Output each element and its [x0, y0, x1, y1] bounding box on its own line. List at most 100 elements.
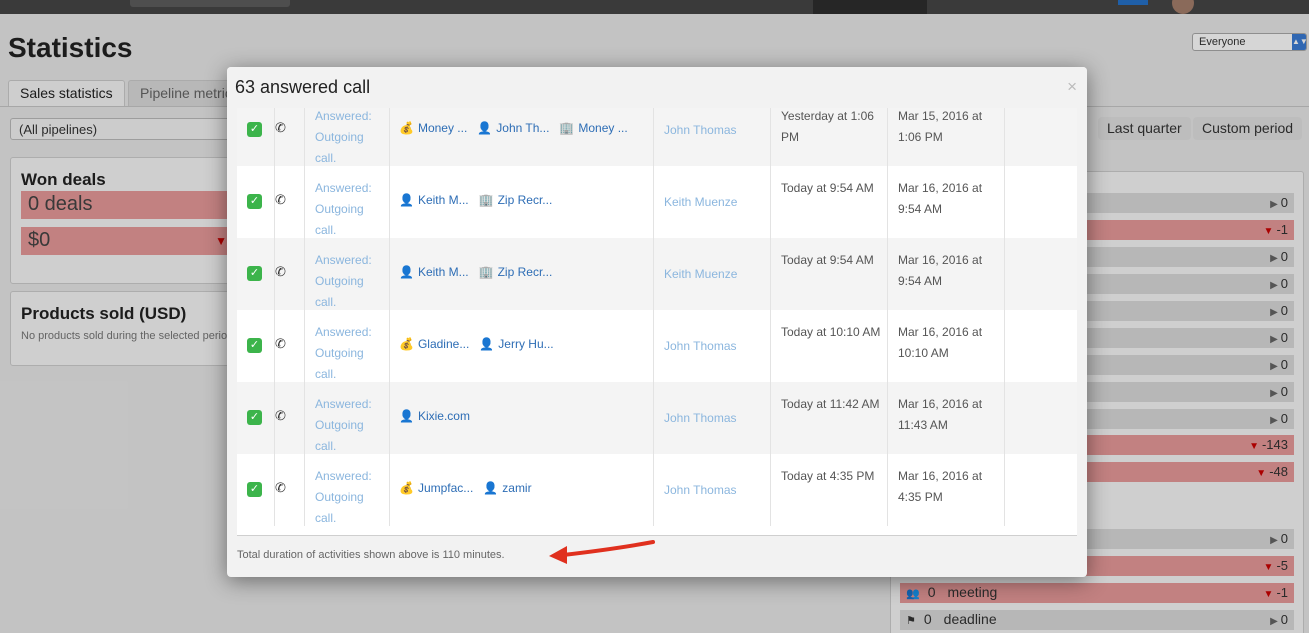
column-divider [770, 454, 771, 526]
phone-icon: ✆ [275, 192, 286, 207]
person-icon: 👤 [479, 337, 495, 351]
user-avatar[interactable] [1172, 0, 1194, 14]
table-row[interactable]: ✓ ✆ Answered: Outgoing call. 👤 Keith M... 🏢 Zi… [237, 238, 1077, 310]
done-checkbox[interactable]: ✓ [247, 122, 262, 137]
table-row[interactable]: ✓ ✆ Answered: Outgoing call. 💰 Jumpfac... 👤 za… [237, 454, 1077, 526]
column-divider [653, 108, 654, 166]
modal-title: 63 answered call [235, 77, 371, 97]
activity-subject-link[interactable]: Answered: Outgoing call. [315, 394, 387, 457]
column-divider [389, 108, 390, 166]
related-link[interactable]: 👤 John Th... [477, 121, 549, 135]
person-icon: 👤 [399, 193, 414, 207]
activity-subject-link[interactable]: Answered: Outgoing call. [315, 108, 387, 169]
related-links: 👤 Keith M... 🏢 Zip Recr... [399, 265, 659, 279]
related-links: 👤 Keith M... 🏢 Zip Recr... [399, 193, 659, 207]
due-date: Today at 4:35 PM [781, 469, 875, 483]
related-link-label: Keith M... [417, 193, 469, 207]
related-link[interactable]: 👤 zamir [483, 481, 531, 495]
due-date: Today at 9:54 AM [781, 253, 874, 267]
answered-calls-modal: 63 answered call × ✓ ✆ Answered: Outgoing … [227, 67, 1087, 577]
column-divider [304, 454, 305, 526]
related-link[interactable]: 👤 Keith M... [399, 265, 469, 279]
table-row[interactable]: ✓ ✆ Answered: Outgoing call. 👤 Kixie.com John… [237, 382, 1077, 454]
activity-subject-link[interactable]: Answered: Outgoing call. [315, 250, 387, 313]
related-link-label: Gladine... [417, 337, 470, 351]
phone-icon: ✆ [275, 264, 286, 279]
related-links: 💰 Money ... 👤 John Th... 🏢 Money ... [399, 121, 659, 135]
related-links: 👤 Kixie.com [399, 409, 659, 423]
done-date: Mar 16, 2016 at 9:54 AM [898, 253, 983, 288]
global-search-input[interactable] [130, 0, 290, 7]
related-link[interactable]: 👤 Kixie.com [399, 409, 470, 423]
money-bag-icon: 💰 [399, 481, 414, 495]
activities-table: ✓ ✆ Answered: Outgoing call. 💰 Money ... 👤 Joh… [237, 108, 1077, 536]
owner-link[interactable]: Keith Muenze [664, 267, 737, 281]
money-bag-icon: 💰 [399, 337, 414, 351]
column-divider [887, 382, 888, 454]
phone-icon: ✆ [275, 336, 286, 351]
done-checkbox[interactable]: ✓ [247, 482, 262, 497]
building-icon: 🏢 [478, 265, 494, 279]
related-link-label: Zip Recr... [497, 193, 553, 207]
person-icon: 👤 [483, 481, 499, 495]
done-checkbox[interactable]: ✓ [247, 410, 262, 425]
column-divider [1004, 166, 1005, 238]
done-date: Mar 16, 2016 at 4:35 PM [898, 469, 983, 504]
column-divider [1004, 108, 1005, 166]
owner-link[interactable]: John Thomas [664, 339, 737, 353]
due-date: Today at 11:42 AM [781, 397, 880, 411]
column-divider [887, 310, 888, 382]
building-icon: 🏢 [478, 193, 494, 207]
owner-link[interactable]: John Thomas [664, 483, 737, 497]
activity-subject-link[interactable]: Answered: Outgoing call. [315, 466, 387, 529]
notification-indicator[interactable] [1118, 0, 1148, 5]
table-row[interactable]: ✓ ✆ Answered: Outgoing call. 👤 Keith M... 🏢 Zi… [237, 166, 1077, 238]
column-divider [389, 238, 390, 310]
column-divider [389, 166, 390, 238]
column-divider [1004, 382, 1005, 454]
column-divider [304, 382, 305, 454]
top-bar-section[interactable] [813, 0, 927, 14]
due-date: Today at 9:54 AM [781, 181, 874, 195]
column-divider [304, 166, 305, 238]
column-divider [887, 108, 888, 166]
done-checkbox[interactable]: ✓ [247, 338, 262, 353]
done-checkbox[interactable]: ✓ [247, 266, 262, 281]
related-link[interactable]: 🏢 Zip Recr... [479, 193, 553, 207]
column-divider [389, 454, 390, 526]
money-bag-icon: 💰 [399, 121, 414, 135]
table-row[interactable]: ✓ ✆ Answered: Outgoing call. 💰 Money ... 👤 Joh… [237, 108, 1077, 166]
related-link[interactable]: 🏢 Money ... [559, 121, 627, 135]
person-icon: 👤 [399, 409, 414, 423]
column-divider [887, 238, 888, 310]
column-divider [1004, 310, 1005, 382]
column-divider [1004, 238, 1005, 310]
activity-subject-link[interactable]: Answered: Outgoing call. [315, 178, 387, 241]
related-link[interactable]: 👤 Jerry Hu... [479, 337, 553, 351]
done-checkbox[interactable]: ✓ [247, 194, 262, 209]
related-link-label: Money ... [417, 121, 468, 135]
activity-subject-link[interactable]: Answered: Outgoing call. [315, 322, 387, 385]
column-divider [389, 310, 390, 382]
table-row[interactable]: ✓ ✆ Answered: Outgoing call. 💰 Gladine... 👤 Je… [237, 310, 1077, 382]
related-link[interactable]: 🏢 Zip Recr... [479, 265, 553, 279]
column-divider [887, 166, 888, 238]
related-link[interactable]: 💰 Gladine... [399, 337, 469, 351]
owner-link[interactable]: John Thomas [664, 411, 737, 425]
owner-link[interactable]: Keith Muenze [664, 195, 737, 209]
related-link[interactable]: 💰 Money ... [399, 121, 467, 135]
owner-link[interactable]: John Thomas [664, 123, 737, 137]
related-link-label: John Th... [496, 121, 550, 135]
phone-icon: ✆ [275, 408, 286, 423]
phone-icon: ✆ [275, 480, 286, 495]
column-divider [304, 238, 305, 310]
close-icon[interactable]: × [1067, 77, 1077, 97]
due-date: Yesterday at 1:06 PM [781, 109, 874, 144]
column-divider [304, 108, 305, 166]
related-link-label: Jumpfac... [417, 481, 474, 495]
done-date: Mar 16, 2016 at 10:10 AM [898, 325, 983, 360]
person-icon: 👤 [399, 265, 414, 279]
done-date: Mar 15, 2016 at 1:06 PM [898, 109, 983, 144]
related-link[interactable]: 💰 Jumpfac... [399, 481, 473, 495]
related-link[interactable]: 👤 Keith M... [399, 193, 469, 207]
